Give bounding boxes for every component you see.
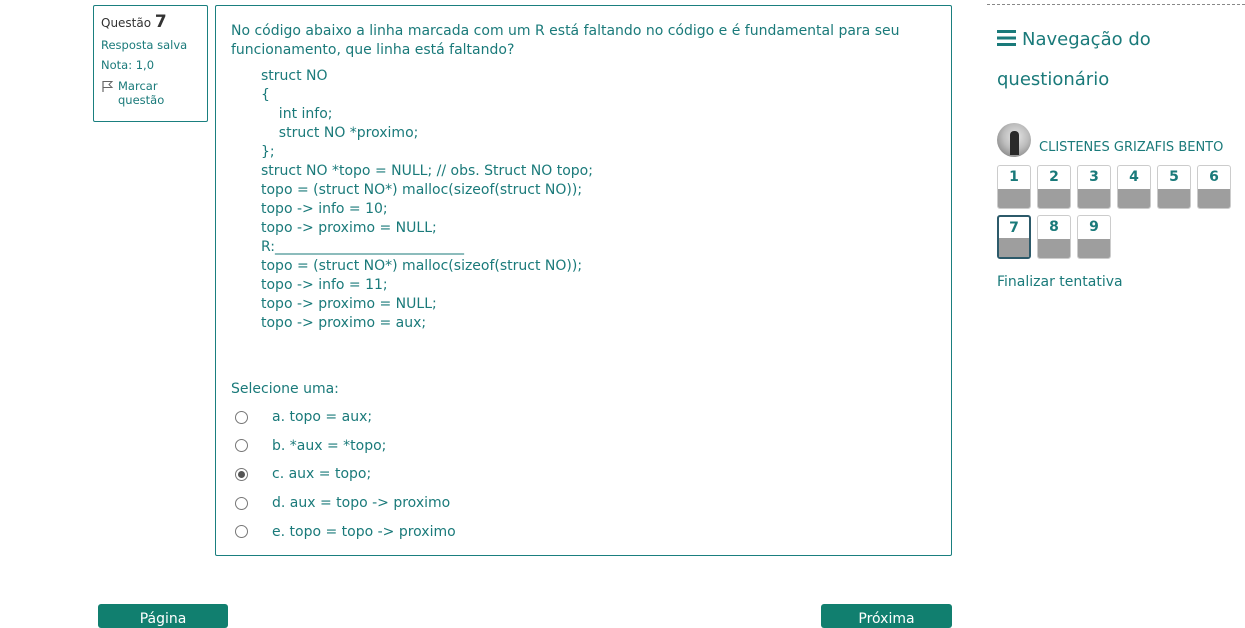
question-nav-button-1[interactable]: 1 xyxy=(997,165,1031,209)
answered-indicator xyxy=(999,238,1029,257)
answer-option-e[interactable]: e. topo = topo -> proximo xyxy=(235,517,456,546)
quiz-navigation-block: Navegação do questionário CLISTENES GRIZ… xyxy=(987,0,1245,622)
radio-icon[interactable] xyxy=(235,439,248,453)
answer-option-d[interactable]: d. aux = topo -> proximo xyxy=(235,489,456,518)
flag-question-label: Marcar questão xyxy=(118,79,165,107)
answered-indicator xyxy=(1078,239,1110,258)
question-nav-number: 8 xyxy=(1049,219,1059,235)
question-nav-button-4[interactable]: 4 xyxy=(1117,165,1151,209)
answered-indicator xyxy=(1038,189,1070,208)
question-nav-number: 1 xyxy=(1009,169,1019,185)
question-nav-number: 9 xyxy=(1089,219,1099,235)
answer-option-label: d. aux = topo -> proximo xyxy=(272,495,451,512)
answered-indicator xyxy=(1038,239,1070,258)
answered-indicator xyxy=(1078,189,1110,208)
radio-icon[interactable] xyxy=(235,496,248,510)
answer-option-a[interactable]: a. topo = aux; xyxy=(235,403,456,432)
navigation-title-text: Navegação do questionário xyxy=(997,29,1151,90)
answer-option-label: b. *aux = *topo; xyxy=(272,437,387,454)
flag-icon xyxy=(102,81,114,92)
question-panel: No código abaixo a linha marcada com um … xyxy=(215,5,952,556)
question-nav-number: 6 xyxy=(1209,169,1219,185)
answer-option-label: a. topo = aux; xyxy=(272,409,373,426)
question-nav-button-7[interactable]: 7 xyxy=(997,215,1031,259)
question-nav-button-8[interactable]: 8 xyxy=(1037,215,1071,259)
question-number: 7 xyxy=(154,12,167,32)
answer-option-c[interactable]: c. aux = topo; xyxy=(235,460,456,489)
question-prompt: No código abaixo a linha marcada com um … xyxy=(231,23,900,58)
question-code: struct NO { int info; struct NO *proximo… xyxy=(261,68,593,331)
answer-option-label: e. topo = topo -> proximo xyxy=(272,523,456,540)
answer-option-label: c. aux = topo; xyxy=(272,466,372,483)
question-nav-button-6[interactable]: 6 xyxy=(1197,165,1231,209)
finish-attempt-link[interactable]: Finalizar tentativa xyxy=(997,274,1123,290)
radio-icon[interactable] xyxy=(235,410,248,424)
question-nav-button-3[interactable]: 3 xyxy=(1077,165,1111,209)
question-nav-button-2[interactable]: 2 xyxy=(1037,165,1071,209)
answered-indicator xyxy=(1198,189,1230,208)
next-page-button[interactable]: Próxima página xyxy=(821,604,952,628)
select-label: Selecione uma: xyxy=(231,381,339,397)
divider xyxy=(987,4,1245,5)
answer-option-b[interactable]: b. *aux = *topo; xyxy=(235,432,456,461)
question-nav-button-9[interactable]: 9 xyxy=(1077,215,1111,259)
question-nav-number: 2 xyxy=(1049,169,1059,185)
answer-options: a. topo = aux; b. *aux = *topo; c. aux =… xyxy=(235,403,456,546)
previous-page-button[interactable]: Página anterior xyxy=(98,604,228,628)
answered-indicator xyxy=(1118,189,1150,208)
radio-icon[interactable] xyxy=(235,525,248,539)
question-grade: Nota: 1,0 xyxy=(101,58,155,72)
question-nav-number: 4 xyxy=(1129,169,1139,185)
question-number-label: Questão 7 xyxy=(101,12,167,32)
flag-question-button[interactable]: Marcar questão xyxy=(101,79,200,107)
navigation-title: Navegação do questionário xyxy=(997,20,1232,100)
question-status: Resposta salva xyxy=(101,38,188,52)
answered-indicator xyxy=(1158,189,1190,208)
radio-icon[interactable] xyxy=(235,467,248,481)
answered-indicator xyxy=(998,189,1030,208)
user-name[interactable]: CLISTENES GRIZAFIS BENTO xyxy=(1039,140,1223,155)
question-nav-number: 5 xyxy=(1169,169,1179,185)
avatar xyxy=(997,123,1031,157)
question-nav-number: 7 xyxy=(1009,220,1019,236)
question-info-box: Questão 7 Resposta salva Nota: 1,0 Marca… xyxy=(93,5,208,122)
question-nav-button-5[interactable]: 5 xyxy=(1157,165,1191,209)
question-nav-number: 3 xyxy=(1089,169,1099,185)
hamburger-icon xyxy=(997,30,1016,46)
